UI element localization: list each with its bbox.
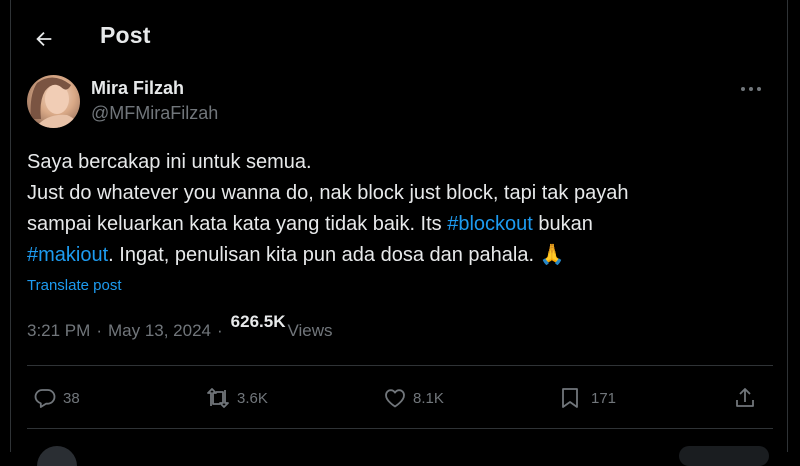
post-meta: 3:21 PM · May 13, 2024 · 626.5K Views	[27, 312, 333, 341]
avatar-image	[27, 75, 80, 128]
reply-button-partial[interactable]	[679, 446, 769, 466]
post-date[interactable]: May 13, 2024	[108, 321, 211, 341]
views-count: 626.5K	[230, 312, 286, 331]
bookmark-count: 171	[591, 389, 617, 407]
more-icon	[741, 87, 761, 91]
reply-avatar	[37, 446, 77, 466]
back-arrow-icon	[36, 31, 52, 47]
more-button[interactable]	[733, 78, 769, 100]
reply-count: 38	[63, 389, 80, 407]
action-bar: 38 3.6K 8.1K 171	[11, 378, 787, 418]
author-handle[interactable]: @MFMiraFilzah	[91, 103, 218, 124]
reply-icon	[34, 389, 56, 408]
hashtag-link[interactable]: #makiout	[27, 244, 108, 266]
avatar[interactable]	[27, 75, 80, 128]
share-button[interactable]	[733, 378, 757, 418]
post-line-4: . Ingat, penulisan kita pun ada dosa dan…	[108, 244, 565, 266]
reply-button[interactable]: 38	[33, 378, 80, 418]
post-frame: Post Mira Filzah @MFMiraFilzah Saya berc…	[10, 0, 788, 466]
like-button[interactable]: 8.1K	[383, 378, 444, 418]
post-line-1: Saya bercakap ini untuk semua.	[27, 151, 312, 173]
views-label: Views	[287, 321, 333, 340]
translate-post-link[interactable]: Translate post	[27, 277, 122, 294]
post-time[interactable]: 3:21 PM	[27, 321, 90, 341]
post-text: Saya bercakap ini untuk semua. Just do w…	[27, 147, 777, 271]
like-count: 8.1K	[413, 389, 444, 407]
bookmark-button[interactable]: 171	[559, 378, 616, 418]
post-line-2: Just do whatever you wanna do, nak block…	[27, 182, 629, 204]
repost-button[interactable]: 3.6K	[205, 378, 268, 418]
post-line-3-end: bukan	[532, 213, 593, 235]
repost-icon	[207, 388, 229, 408]
post-line-3: sampai keluarkan kata kata yang tidak ba…	[27, 213, 448, 235]
divider	[27, 428, 773, 429]
meta-separator: ·	[96, 321, 102, 340]
repost-count: 3.6K	[237, 389, 268, 407]
back-button[interactable]	[27, 22, 61, 56]
share-icon	[736, 388, 754, 407]
divider	[27, 365, 773, 366]
author-name[interactable]: Mira Filzah	[91, 78, 184, 99]
page-title: Post	[100, 22, 151, 48]
top-bar: Post	[11, 0, 787, 75]
like-icon	[385, 389, 405, 408]
bookmark-icon	[562, 388, 578, 408]
hashtag-link[interactable]: #blockout	[447, 213, 533, 235]
meta-separator: ·	[217, 321, 223, 340]
